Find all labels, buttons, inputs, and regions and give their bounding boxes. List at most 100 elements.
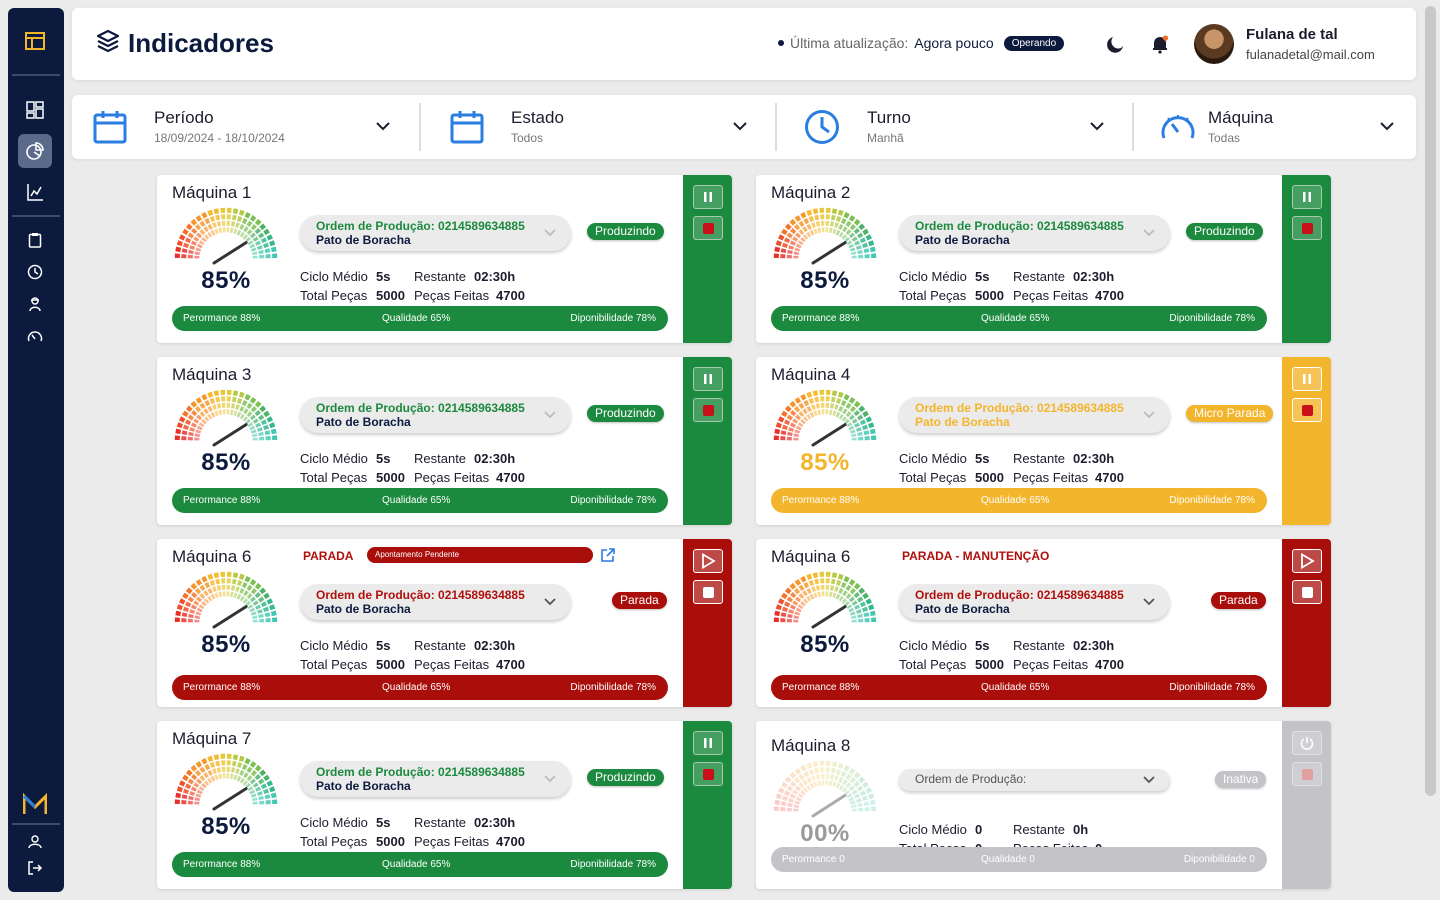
operator-icon[interactable] [18, 287, 52, 321]
done-label: Peças Feitas [1013, 288, 1089, 303]
machine-card[interactable]: Máquina 6 PARADA Apontamento Pendente 85% … [157, 539, 732, 707]
chevron-down-icon[interactable] [1378, 117, 1396, 135]
speedometer-icon[interactable] [18, 319, 52, 353]
control-panel [683, 357, 732, 525]
production-order-select[interactable]: Ordem de Produção: [899, 769, 1170, 791]
stop-label: PARADA [303, 549, 354, 563]
stop-icon [702, 768, 714, 780]
update-status: Última atualização: Agora pouco Operando [778, 35, 1065, 51]
filter-period[interactable]: Período 18/09/2024 - 18/10/2024 [92, 95, 417, 159]
total-label: Total Peças [899, 470, 967, 485]
pause-button[interactable] [693, 185, 723, 209]
kpi-quality: Qualidade 65% [981, 682, 1050, 693]
machine-card[interactable]: Máquina 7 85% Ordem de Produção: 0214589… [157, 721, 732, 889]
pause-button[interactable] [1292, 185, 1322, 209]
chevron-down-icon[interactable] [543, 772, 557, 786]
play-button[interactable] [693, 549, 723, 573]
machine-card-body: Máquina 8 00% Ordem de Produção: Inativa… [756, 721, 1282, 889]
done-label: Peças Feitas [414, 657, 490, 672]
clipboard-icon[interactable] [18, 223, 52, 257]
remaining-value: 02:30h [474, 451, 516, 466]
stop-button[interactable] [693, 762, 723, 786]
chevron-down-icon[interactable] [1142, 408, 1156, 422]
total-value: 5000 [975, 470, 1004, 485]
total-value: 5000 [376, 470, 405, 485]
production-order-select[interactable]: Ordem de Produção: 0214589634885 Pato de… [899, 215, 1170, 251]
dark-mode-icon[interactable] [1104, 32, 1128, 56]
production-order-select[interactable]: Ordem de Produção: 0214589634885 Pato de… [300, 584, 571, 620]
bell-icon[interactable] [1148, 32, 1172, 56]
pause-icon [704, 738, 712, 748]
dashboard-icon[interactable] [18, 93, 52, 127]
chevron-down-icon[interactable] [1142, 773, 1156, 787]
clock-icon[interactable] [18, 255, 52, 289]
chevron-down-icon[interactable] [543, 408, 557, 422]
machine-card[interactable]: Máquina 2 85% Ordem de Produção: 0214589… [756, 175, 1331, 343]
production-order-select[interactable]: Ordem de Produção: 0214589634885 Pato de… [300, 397, 571, 433]
machine-card[interactable]: Máquina 3 85% Ordem de Produção: 0214589… [157, 357, 732, 525]
remaining-value: 02:30h [474, 269, 516, 284]
machine-title: Máquina 6 [771, 547, 851, 566]
filter-state[interactable]: Estado Todos [449, 95, 774, 159]
pie-chart-icon[interactable] [18, 134, 52, 168]
machine-card-body: Máquina 2 85% Ordem de Produção: 0214589… [756, 175, 1282, 343]
chevron-down-icon[interactable] [1142, 226, 1156, 240]
stop-button[interactable] [1292, 580, 1322, 604]
status-badge: Produzindo [1186, 223, 1263, 240]
pause-button[interactable] [1292, 367, 1322, 391]
production-order-label: Ordem de Produção: 0214589634885 [316, 401, 525, 415]
play-button[interactable] [1292, 549, 1322, 573]
page-title: Indicadores [128, 28, 274, 58]
stop-button[interactable] [693, 580, 723, 604]
filter-machine[interactable]: Máquina Todas [1160, 95, 1400, 159]
kpi-performance: Perormance 88% [782, 682, 860, 693]
pending-badge[interactable]: Apontamento Pendente [367, 547, 593, 563]
production-order-select[interactable]: Ordem de Produção: 0214589634885 Pato de… [899, 397, 1170, 433]
sidebar [8, 8, 64, 892]
machine-card[interactable]: Máquina 4 85% Ordem de Produção: 0214589… [756, 357, 1331, 525]
chevron-down-icon[interactable] [1088, 117, 1106, 135]
filter-shift[interactable]: Turno Manhã [804, 95, 1129, 159]
done-value: 4700 [496, 834, 525, 849]
stop-button[interactable] [1292, 398, 1322, 422]
stop-button[interactable] [1292, 216, 1322, 240]
logout-icon[interactable] [18, 851, 52, 885]
avatar[interactable] [1194, 24, 1234, 64]
production-order-select[interactable]: Ordem de Produção: 0214589634885 Pato de… [300, 215, 571, 251]
cycle-value: 5s [376, 815, 391, 830]
machine-card[interactable]: Máquina 6 PARADA - MANUTENÇÃO 85% Ordem d… [756, 539, 1331, 707]
kpi-performance: Perormance 88% [183, 495, 261, 506]
production-order-select[interactable]: Ordem de Produção: 0214589634885 Pato de… [899, 584, 1170, 620]
sidebar-divider [12, 215, 60, 217]
calendar-icon [92, 109, 128, 145]
chevron-down-icon[interactable] [374, 117, 392, 135]
filter-separator [419, 103, 421, 151]
calendar-icon [449, 109, 485, 145]
machine-title: Máquina 8 [771, 736, 851, 755]
chevron-down-icon[interactable] [1142, 595, 1156, 609]
machine-card[interactable]: Máquina 1 85% Ordem de Produção: 0214589… [157, 175, 732, 343]
line-chart-icon[interactable] [18, 175, 52, 209]
pause-button[interactable] [693, 367, 723, 391]
kpi-performance: Perormance 88% [183, 859, 261, 870]
chevron-down-icon[interactable] [543, 226, 557, 240]
machine-card[interactable]: Máquina 8 00% Ordem de Produção: Inativa… [756, 721, 1331, 889]
kpi-performance: Perormance 0 [782, 854, 845, 865]
done-label: Peças Feitas [1013, 470, 1089, 485]
production-order-select[interactable]: Ordem de Produção: 0214589634885 Pato de… [300, 761, 571, 797]
done-value: 4700 [496, 470, 525, 485]
pause-button[interactable] [693, 731, 723, 755]
stop-button[interactable] [693, 216, 723, 240]
chevron-down-icon[interactable] [731, 117, 749, 135]
stop-button[interactable] [693, 398, 723, 422]
stop-icon [1301, 222, 1313, 234]
page-scrollbar[interactable] [1425, 6, 1436, 796]
layout-icon[interactable] [18, 24, 52, 58]
chevron-down-icon[interactable] [543, 595, 557, 609]
machine-title: Máquina 1 [172, 183, 252, 202]
power-button[interactable] [1292, 731, 1322, 755]
kpi-performance: Perormance 88% [183, 313, 261, 324]
stop-button[interactable] [1292, 762, 1322, 786]
filter-title: Turno [867, 108, 911, 127]
external-link-icon[interactable] [600, 547, 616, 563]
